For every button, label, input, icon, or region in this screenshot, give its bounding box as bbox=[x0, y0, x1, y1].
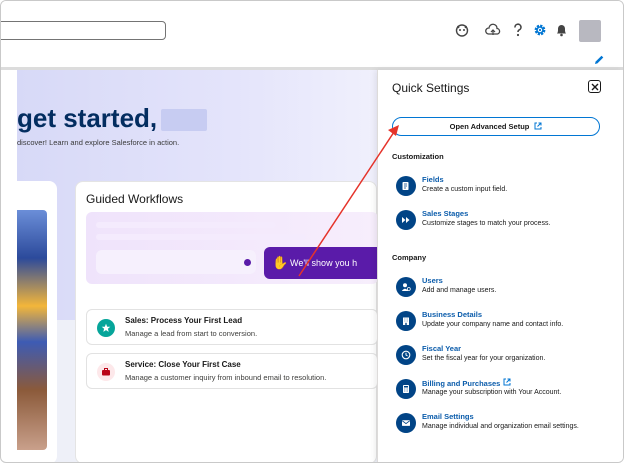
banner-input[interactable] bbox=[96, 250, 256, 274]
close-icon bbox=[591, 83, 598, 90]
item-desc: Manage individual and organization email… bbox=[422, 423, 579, 430]
global-header bbox=[1, 1, 623, 49]
hero-title: get started, bbox=[17, 103, 208, 134]
star-icon bbox=[97, 319, 115, 337]
notification-bell-icon[interactable] bbox=[552, 21, 570, 39]
task-title: Service: Close Your First Case bbox=[125, 360, 241, 369]
item-desc: Add and manage users. bbox=[422, 287, 497, 294]
panel-title: Quick Settings bbox=[392, 81, 470, 95]
building-icon bbox=[396, 311, 416, 331]
banner-placeholder-line bbox=[96, 222, 276, 228]
external-link-icon bbox=[503, 378, 511, 388]
section-company: Company bbox=[392, 253, 427, 262]
task-desc: Manage a customer inquiry from inbound e… bbox=[125, 373, 327, 382]
task-desc: Manage a lead from start to conversion. bbox=[125, 329, 258, 338]
waving-hand-icon: ✋ bbox=[272, 255, 289, 270]
app-window: get started, discover! Learn and explore… bbox=[0, 0, 624, 463]
illustration-image bbox=[17, 210, 47, 450]
settings-item-users[interactable]: Users Add and manage users. bbox=[396, 275, 616, 301]
users-icon bbox=[396, 277, 416, 297]
workflow-banner: ✋ We'll show you h bbox=[86, 212, 377, 284]
user-avatar[interactable] bbox=[579, 20, 601, 42]
edit-pencil-icon[interactable] bbox=[593, 53, 605, 65]
settings-item-sales-stages[interactable]: Sales Stages Customize stages to match y… bbox=[396, 208, 616, 234]
calculator-icon bbox=[396, 379, 416, 399]
sales-stages-icon bbox=[396, 210, 416, 230]
guided-workflows-card: Guided Workflows ✋ We'll show you h Sale… bbox=[75, 181, 377, 462]
help-icon[interactable] bbox=[509, 21, 527, 39]
global-search-input[interactable] bbox=[1, 21, 166, 40]
item-title: Business Details bbox=[422, 310, 483, 319]
item-desc: Set the fiscal year for your organizatio… bbox=[422, 355, 546, 362]
banner-placeholder-line bbox=[96, 234, 306, 240]
astro-icon[interactable] bbox=[453, 21, 471, 39]
item-title: Fiscal Year bbox=[422, 344, 462, 353]
show-you-how-label: We'll show you h bbox=[290, 258, 358, 268]
item-title: Users bbox=[422, 276, 443, 285]
settings-item-email-settings[interactable]: Email Settings Manage individual and org… bbox=[396, 411, 616, 437]
cloud-upload-icon[interactable] bbox=[484, 21, 502, 39]
email-icon bbox=[396, 413, 416, 433]
setup-gear-icon[interactable] bbox=[531, 21, 549, 39]
workflow-task-service[interactable]: Service: Close Your First Case Manage a … bbox=[86, 353, 377, 389]
home-main-area: get started, discover! Learn and explore… bbox=[17, 70, 377, 462]
task-title: Sales: Process Your First Lead bbox=[125, 316, 243, 325]
banner-dot bbox=[244, 259, 251, 266]
settings-item-fields[interactable]: Fields Create a custom input field. bbox=[396, 174, 616, 200]
item-title: Fields bbox=[422, 175, 444, 184]
item-desc: Manage your subscription with Your Accou… bbox=[422, 389, 562, 396]
external-link-icon bbox=[534, 122, 542, 132]
settings-item-billing[interactable]: Billing and Purchases Manage your subscr… bbox=[396, 377, 616, 403]
hero-subtitle: discover! Learn and explore Salesforce i… bbox=[17, 138, 180, 147]
item-title: Billing and Purchases bbox=[422, 378, 511, 388]
quick-settings-panel: Quick Settings Open Advanced Setup Custo… bbox=[377, 70, 623, 462]
workflow-task-sales[interactable]: Sales: Process Your First Lead Manage a … bbox=[86, 309, 377, 345]
fields-form-icon bbox=[396, 176, 416, 196]
show-you-how-button[interactable]: ✋ We'll show you h bbox=[264, 247, 377, 279]
item-desc: Customize stages to match your process. bbox=[422, 220, 551, 227]
item-desc: Create a custom input field. bbox=[422, 186, 508, 193]
case-briefcase-icon bbox=[97, 363, 115, 381]
item-title: Email Settings bbox=[422, 412, 474, 421]
guided-workflows-title: Guided Workflows bbox=[86, 192, 184, 206]
item-desc: Update your company name and contact inf… bbox=[422, 321, 564, 328]
open-advanced-setup-button[interactable]: Open Advanced Setup bbox=[392, 117, 600, 136]
clock-icon bbox=[396, 345, 416, 365]
redacted-user-name bbox=[161, 109, 208, 132]
advanced-setup-label: Open Advanced Setup bbox=[449, 122, 530, 131]
item-title: Sales Stages bbox=[422, 209, 469, 218]
settings-item-fiscal-year[interactable]: Fiscal Year Set the fiscal year for your… bbox=[396, 343, 616, 369]
section-customization: Customization bbox=[392, 152, 444, 161]
settings-item-business-details[interactable]: Business Details Update your company nam… bbox=[396, 309, 616, 335]
close-panel-button[interactable] bbox=[588, 80, 601, 93]
